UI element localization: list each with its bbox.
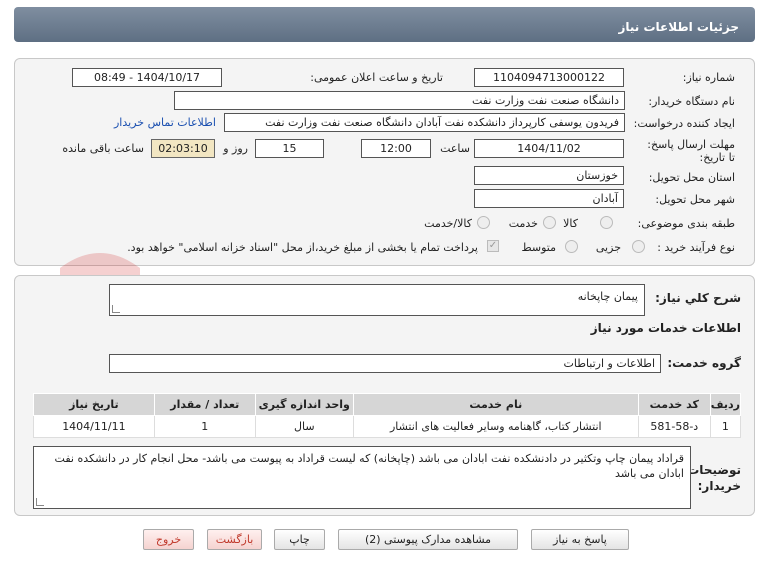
remaining-time-field: 02:03:10: [151, 139, 215, 158]
need-number-field: 1104094713000122: [474, 68, 624, 87]
creator-field: فریدون یوسفی کارپرداز دانشکده نفت آبادان…: [224, 113, 625, 132]
announce-field: 1404/10/17 - 08:49: [72, 68, 222, 87]
cell-service-code: د-58-581: [637, 415, 711, 438]
col-quantity: تعداد / مقدار: [153, 393, 256, 416]
back-button[interactable]: بازگشت: [207, 529, 262, 550]
category-label: طبقه بندی موضوعی:: [637, 217, 735, 230]
city-field: آبادان: [474, 189, 624, 208]
process-label: نوع فرآیند خرید :: [657, 241, 735, 254]
services-table: ردیف کد خدمت نام خدمت واحد اندازه گیری ت…: [33, 393, 742, 438]
buyer-notes-text: قراداد پیمان چاپ وتکثیر در دادنشکده نفت …: [54, 452, 684, 480]
attachments-button[interactable]: مشاهده مدارک پیوستی (2): [338, 529, 518, 550]
cell-quantity: 1: [153, 415, 256, 438]
resize-handle-icon[interactable]: [36, 498, 44, 506]
deadline-label: مهلت ارسال پاسخ: تا تاریخ:: [647, 138, 735, 164]
announce-label: تاریخ و ساعت اعلان عمومی:: [310, 71, 443, 84]
days-field: 15: [255, 139, 324, 158]
col-service-code: کد خدمت: [637, 393, 711, 416]
summary-field: پیمان چاپخانه: [109, 284, 645, 316]
payment-note: پرداخت تمام یا بخشی از مبلغ خرید،از محل …: [127, 241, 478, 254]
cell-row: 1: [709, 415, 742, 438]
print-button[interactable]: چاپ: [274, 529, 325, 550]
table-header-row: ردیف کد خدمت نام خدمت واحد اندازه گیری ت…: [33, 393, 742, 416]
category-service-radio[interactable]: [543, 216, 556, 229]
cell-need-date: 1404/11/11: [33, 415, 155, 438]
col-row: ردیف: [709, 393, 742, 416]
page-header: جزئیات اطلاعات نیاز: [14, 7, 755, 42]
category-goods-service-label: کالا/خدمت: [424, 217, 472, 230]
buyer-org-label: نام دستگاه خریدار:: [648, 95, 735, 108]
payment-treasury-checkbox[interactable]: ✓: [487, 240, 499, 252]
contact-info-link[interactable]: اطلاعات تماس خریدار: [114, 116, 216, 129]
category-goods-radio[interactable]: [600, 216, 613, 229]
col-need-date: تاریخ نیاز: [33, 393, 155, 416]
services-heading: اطلاعات خدمات مورد نیاز: [590, 321, 741, 335]
process-medium-radio[interactable]: [565, 240, 578, 253]
cell-unit: سال: [254, 415, 354, 438]
creator-label: ایجاد کننده درخواست:: [633, 117, 735, 130]
exit-button[interactable]: خروج: [143, 529, 194, 550]
category-service-label: خدمت: [508, 217, 538, 230]
need-number-label: شماره نیاز:: [682, 71, 735, 84]
summary-label: شرح کلي نياز:: [655, 291, 741, 305]
category-goods-service-radio[interactable]: [477, 216, 490, 229]
process-minor-label: جزیی: [595, 241, 621, 254]
days-label: روز و: [223, 142, 248, 155]
process-medium-label: متوسط: [521, 241, 556, 254]
deadline-date-field: 1404/11/02: [474, 139, 624, 158]
city-label: شهر محل تحویل:: [655, 193, 735, 206]
reply-button[interactable]: پاسخ به نیاز: [531, 529, 629, 550]
summary-text: پیمان چاپخانه: [577, 290, 638, 303]
cell-service-name: انتشار کتاب، گاهنامه وسایر فعالیت های ان…: [352, 415, 639, 438]
deadline-time-field: 12:00: [361, 139, 431, 158]
service-group-field: اطلاعات و ارتباطات: [109, 354, 661, 373]
table-row: 1 د-58-581 انتشار کتاب، گاهنامه وسایر فع…: [33, 415, 742, 438]
province-field: خوزستان: [474, 166, 624, 185]
resize-handle-icon[interactable]: [112, 305, 120, 313]
category-goods-label: کالا: [563, 217, 578, 230]
need-info-panel: [14, 58, 755, 266]
service-group-label: گروه خدمت:: [667, 356, 741, 370]
buyer-org-field: دانشگاه صنعت نفت وزارت نفت: [174, 91, 625, 110]
time-label: ساعت: [440, 142, 470, 155]
remaining-label: ساعت باقی مانده: [62, 142, 144, 155]
col-service-name: نام خدمت: [352, 393, 639, 416]
process-minor-radio[interactable]: [632, 240, 645, 253]
page-title: جزئیات اطلاعات نیاز: [618, 20, 739, 34]
col-unit: واحد اندازه گیری: [254, 393, 354, 416]
province-label: استان محل تحویل:: [648, 171, 735, 184]
buyer-notes-field: قراداد پیمان چاپ وتکثیر در دادنشکده نفت …: [33, 446, 691, 509]
